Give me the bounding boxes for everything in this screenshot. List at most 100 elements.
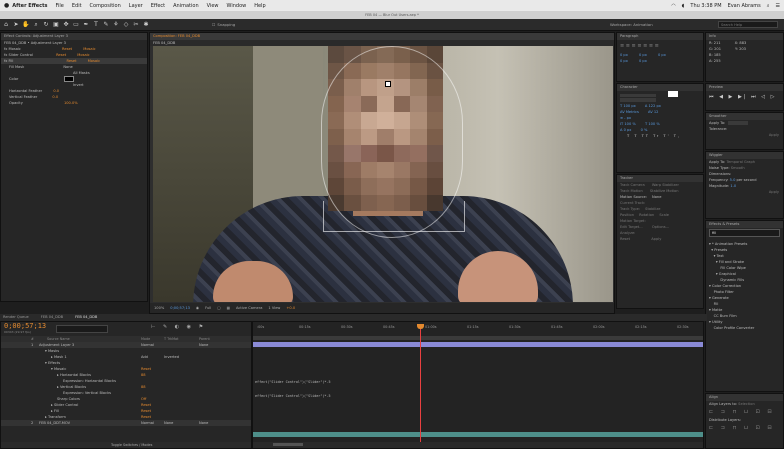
text-style-buttons[interactable]: T T TT Tr T' T,	[617, 133, 703, 139]
menu-composition[interactable]: Composition	[90, 3, 121, 9]
playhead[interactable]	[420, 324, 421, 442]
layer-trkmat[interactable]: None	[164, 420, 173, 426]
toggle-switches-modes[interactable]: Toggle Switches / Modes	[111, 443, 152, 447]
composition-tab[interactable]: Composition: FEB 04_DDB	[150, 33, 614, 40]
param-value[interactable]: 100.0%	[64, 101, 78, 105]
position-checkbox[interactable]: Position	[620, 213, 634, 217]
timeline-search[interactable]	[56, 325, 108, 333]
options-button[interactable]: Options...	[652, 225, 669, 229]
playhead-handle[interactable]	[417, 324, 424, 329]
menu-file[interactable]: File	[55, 3, 63, 9]
scale-checkbox[interactable]: Scale	[659, 213, 669, 217]
menu-effect[interactable]: Effect	[151, 3, 165, 9]
paragraph-tab[interactable]: Paragraph	[617, 33, 703, 40]
brush-tool-icon[interactable]: ✎	[102, 21, 110, 29]
wiggler-tab[interactable]: Wiggler	[706, 152, 783, 159]
pen-tool-icon[interactable]: ✒	[82, 21, 90, 29]
effects-search-field[interactable]: fill	[709, 229, 780, 237]
effects-tree-item[interactable]: Color Profile Converter	[706, 325, 783, 331]
opacity-row[interactable]: Opacity 100.0%	[1, 100, 147, 106]
list-icon[interactable]: ☰	[776, 3, 780, 9]
effects-presets-tab[interactable]: Effects & Presets	[706, 221, 783, 228]
track-motion-button[interactable]: Track Motion	[620, 189, 643, 193]
region-of-interest-icon[interactable]: ▢	[217, 306, 220, 310]
character-tab[interactable]: Character	[617, 84, 703, 91]
fill-mask-dropdown[interactable]: None	[63, 65, 72, 69]
reset-link[interactable]: Reset	[67, 59, 77, 63]
apply-button[interactable]: Apply	[651, 237, 661, 241]
app-menu[interactable]: After Effects	[12, 3, 47, 9]
info-tab[interactable]: Info	[706, 33, 783, 40]
rectangle-tool-icon[interactable]: ▭	[72, 21, 80, 29]
menu-window[interactable]: Window	[227, 3, 247, 9]
menu-edit[interactable]: Edit	[72, 3, 82, 9]
apple-icon[interactable]: ●	[4, 2, 9, 9]
menu-help[interactable]: Help	[254, 3, 265, 9]
workspace-label[interactable]: Workspace: Animation	[610, 22, 653, 27]
timeline-zoom-bar[interactable]	[253, 442, 703, 448]
layer-name[interactable]: FEB 04_DDT.MOV	[39, 420, 70, 426]
type-tool-icon[interactable]: T	[92, 21, 100, 29]
camera-tool-icon[interactable]: ▣	[52, 21, 60, 29]
distribute-buttons[interactable]: ⊏ ⊐ ⊓ ⊔ ⊡ ⊟	[706, 423, 783, 433]
exposure-value[interactable]: +0.0	[286, 306, 295, 310]
rotate-tool-icon[interactable]: ↻	[42, 21, 50, 29]
expression-1-text[interactable]: effect("Slider Control")("Slider")*.5	[255, 380, 331, 384]
wifi-icon[interactable]: ◠	[671, 3, 675, 9]
preview-tab[interactable]: Preview	[706, 84, 783, 91]
track-camera-button[interactable]: Track Camera	[620, 183, 645, 187]
clone-tool-icon[interactable]: ⚘	[112, 21, 120, 29]
resolution-dropdown[interactable]: Full	[205, 306, 211, 310]
rotation-checkbox[interactable]: Rotation	[639, 213, 654, 217]
fill-color-swatch[interactable]	[668, 91, 678, 97]
camera-dropdown[interactable]: Active Camera	[236, 306, 262, 310]
spotlight-icon[interactable]: ⌕	[767, 3, 770, 9]
work-area-bar[interactable]	[253, 336, 703, 340]
effect-extra[interactable]: Mosaic	[88, 59, 100, 63]
effect-controls-tab[interactable]: Effect Controls: Adjustment Layer 3	[1, 33, 147, 40]
align-buttons[interactable]: ⊏ ⊐ ⊓ ⊔ ⊡ ⊟	[706, 407, 783, 417]
all-masks-checkbox[interactable]: All Masks	[73, 71, 90, 75]
paragraph-align-buttons[interactable]: ≡ ≡ ≡ ≡ ≡ ≡ ≡	[617, 40, 703, 52]
comp-timecode[interactable]: 0;00;57;13	[170, 306, 190, 310]
user-name[interactable]: Evan Abrams	[728, 3, 761, 9]
tab-feb04-ddb-1[interactable]: FEB 04_DDB	[41, 314, 63, 321]
track-layer-1[interactable]	[253, 342, 703, 347]
reset-link[interactable]: Reset	[56, 53, 66, 57]
reset-link[interactable]: Reset	[62, 47, 72, 51]
expression-2-text[interactable]: effect("Slider Control")("Slider")*.5	[255, 394, 331, 398]
tab-feb04-ddb-2[interactable]: FEB 04_DDB	[75, 314, 97, 321]
timeline-zoom-slider[interactable]	[273, 443, 303, 446]
menu-animation[interactable]: Animation	[173, 3, 199, 9]
roto-tool-icon[interactable]: ✂	[132, 21, 140, 29]
smoother-apply-button[interactable]: Apply	[706, 132, 783, 138]
layer-mode[interactable]: Normal	[141, 420, 154, 426]
edit-target-button[interactable]: Edit Target...	[620, 225, 643, 229]
layer-parent[interactable]: None	[199, 420, 208, 426]
home-icon[interactable]: ⌂	[2, 21, 10, 29]
views-dropdown[interactable]: 1 View	[268, 306, 280, 310]
mask-bounding-box[interactable]	[323, 201, 465, 232]
search-help-field[interactable]: Search Help	[718, 21, 778, 28]
volume-icon[interactable]: ◖	[682, 3, 685, 9]
effect-extra[interactable]: Mosaic	[77, 53, 89, 57]
time-ruler[interactable]: :00s 00:15s 00:30s 00:45s 01:00s 01:15s 01:30s…	[253, 325, 703, 335]
reset-button[interactable]: Reset	[620, 237, 630, 241]
preview-controls[interactable]: ⏮ ◀ ▶ ▶| ⏭ ◁ ▷	[706, 91, 783, 103]
invert-checkbox[interactable]: Invert	[73, 83, 84, 87]
hand-tool-icon[interactable]: ✋	[22, 21, 30, 29]
video-frame[interactable]	[153, 46, 613, 302]
eraser-tool-icon[interactable]: ◇	[122, 21, 130, 29]
wiggler-apply-button[interactable]: Apply	[706, 189, 783, 195]
track-layer-2[interactable]	[253, 432, 703, 437]
camera-snapshot-icon[interactable]: ◉	[196, 306, 199, 310]
warp-stabilizer-button[interactable]: Warp Stabilizer	[652, 183, 679, 187]
pan-behind-icon[interactable]: ✥	[62, 21, 70, 29]
menu-layer[interactable]: Layer	[129, 3, 143, 9]
effect-extra[interactable]: Mosaic	[83, 47, 95, 51]
paragraph-space-row[interactable]: 0 px 0 px	[617, 58, 703, 64]
menu-view[interactable]: View	[207, 3, 219, 9]
timeline-layer-row[interactable]: 2 FEB 04_DDT.MOV Normal None None	[1, 420, 251, 426]
puppet-tool-icon[interactable]: ✱	[142, 21, 150, 29]
stabilize-motion-button[interactable]: Stabilize Motion	[650, 189, 679, 193]
